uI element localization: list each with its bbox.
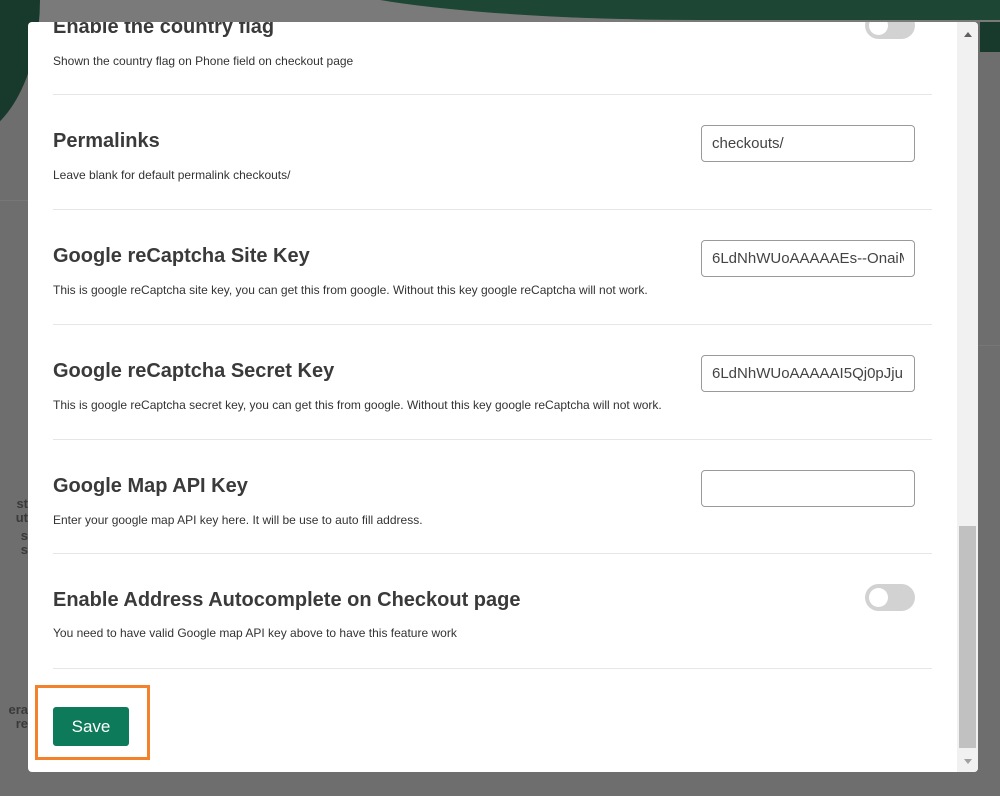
setting-description: This is google reCaptcha secret key, you… (53, 398, 662, 412)
setting-title: Enable the country flag (53, 22, 275, 38)
permalinks-input[interactable] (701, 125, 915, 162)
modal-scrollbar[interactable] (957, 22, 978, 772)
setting-row-recaptcha-site-key: Google reCaptcha Site Key This is google… (53, 210, 932, 325)
background-text-fragment: st (16, 496, 28, 511)
background-text-fragment: ut (15, 510, 28, 525)
setting-title: Enable Address Autocomplete on Checkout … (53, 589, 521, 611)
setting-row-permalinks: Permalinks Leave blank for default perma… (53, 95, 932, 210)
background-text-fragment: era (8, 702, 28, 717)
recaptcha-site-key-input[interactable] (701, 240, 915, 277)
scroll-up-arrow-icon[interactable] (957, 25, 978, 43)
setting-row-address-autocomplete: Enable Address Autocomplete on Checkout … (53, 554, 932, 669)
setting-title: Google reCaptcha Secret Key (53, 360, 335, 382)
address-autocomplete-toggle[interactable] (865, 584, 915, 611)
setting-title: Permalinks (53, 130, 160, 152)
toggle-knob (869, 588, 888, 607)
scroll-down-arrow-icon[interactable] (957, 752, 978, 770)
setting-description: You need to have valid Google map API ke… (53, 626, 457, 640)
settings-modal: Enable the country flag Shown the countr… (28, 22, 978, 772)
background-text-fragment: re (15, 716, 28, 731)
background-banner-edge (980, 22, 1000, 52)
country-flag-toggle[interactable] (865, 22, 915, 39)
setting-row-recaptcha-secret-key: Google reCaptcha Secret Key This is goog… (53, 325, 932, 440)
background-divider (978, 345, 1000, 346)
setting-title: Google reCaptcha Site Key (53, 245, 310, 267)
save-button[interactable]: Save (53, 707, 129, 746)
settings-list: Enable the country flag Shown the countr… (53, 22, 932, 772)
setting-description: Shown the country flag on Phone field on… (53, 54, 354, 68)
background-divider (0, 200, 28, 201)
setting-description: Enter your google map API key here. It w… (53, 513, 423, 527)
background-text-fragment: s (20, 528, 28, 543)
setting-description: This is google reCaptcha site key, you c… (53, 283, 648, 297)
setting-title: Google Map API Key (53, 475, 248, 497)
setting-description: Leave blank for default permalink checko… (53, 168, 291, 182)
toggle-knob (869, 22, 888, 35)
scrollbar-thumb[interactable] (959, 526, 976, 748)
setting-row-country-flag: Enable the country flag Shown the countr… (53, 22, 932, 95)
setting-row-google-map-api-key: Google Map API Key Enter your google map… (53, 440, 932, 554)
background-text-fragment: s (20, 542, 28, 557)
google-map-api-key-input[interactable] (701, 470, 915, 507)
recaptcha-secret-key-input[interactable] (701, 355, 915, 392)
